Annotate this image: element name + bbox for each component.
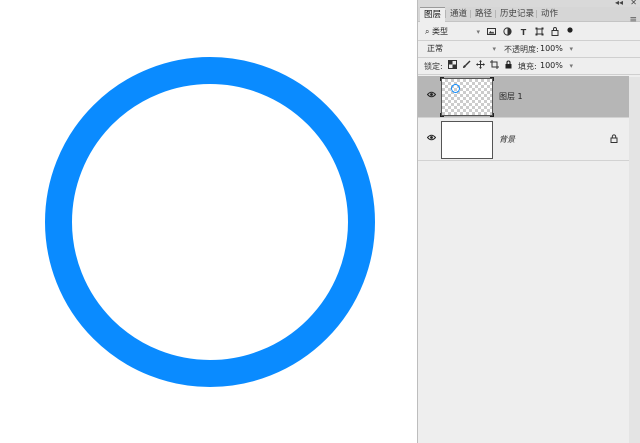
tab-actions[interactable]: 动作 [537, 7, 562, 21]
thumbnail-ring-shape [451, 84, 460, 93]
document-canvas[interactable] [0, 0, 417, 443]
lock-icon[interactable] [610, 134, 618, 145]
layer-filter-row: ⌕ 类型 ▾ T [418, 25, 640, 39]
fill-value: 100% [540, 61, 563, 70]
layers-panel: ◂◂ ✕ 图层 通道 路径 历史记录 动作 ≡ ⌕ 类型 ▾ T 正常 ▾ 不透… [417, 0, 640, 443]
lock-image-pixels-icon[interactable] [461, 60, 472, 71]
layer-thumbnail [440, 77, 494, 117]
eye-icon[interactable] [425, 133, 437, 145]
opacity-label: 不透明度: [504, 45, 539, 54]
selection-corner [490, 113, 494, 117]
layer-row[interactable]: 背景 [418, 119, 629, 161]
blue-ring-shape [45, 57, 375, 387]
lock-transparent-pixels-icon[interactable] [447, 60, 458, 71]
selection-corner [440, 77, 444, 81]
row-divider [418, 74, 640, 75]
opacity-value: 100% [540, 44, 563, 53]
layer-thumbnail [441, 121, 493, 159]
filter-kind-label: 类型 [432, 27, 449, 36]
filter-kind-select[interactable]: ⌕ 类型 ▾ [422, 26, 482, 38]
tab-history[interactable]: 历史记录 [496, 7, 538, 21]
layer-name[interactable]: 图层 1 [499, 91, 523, 102]
lock-all-icon[interactable] [503, 60, 514, 71]
chevron-down-icon: ▾ [476, 28, 480, 36]
row-divider [418, 57, 640, 58]
selection-corner [440, 113, 444, 117]
blend-mode-value: 正常 [427, 44, 443, 53]
panel-title-bar: ◂◂ ✕ [418, 0, 640, 7]
blend-opacity-row: 正常 ▾ 不透明度: 100% ▾ [418, 42, 640, 56]
type-filter-icon[interactable]: T [518, 27, 529, 38]
tab-channels[interactable]: 通道 [446, 7, 471, 21]
lock-artboard-icon[interactable] [489, 60, 500, 71]
filter-toggle-icon[interactable] [564, 26, 575, 37]
lock-position-icon[interactable] [475, 60, 486, 71]
blend-mode-select[interactable]: 正常 ▾ [424, 43, 498, 55]
row-divider [418, 40, 640, 41]
layers-scrollbar[interactable] [629, 77, 640, 443]
search-icon: ⌕ [425, 27, 430, 36]
image-filter-icon[interactable] [486, 27, 497, 38]
tab-paths[interactable]: 路径 [471, 7, 496, 21]
layer-name[interactable]: 背景 [499, 134, 515, 145]
selection-corner [490, 77, 494, 81]
chevron-down-icon: ▾ [569, 62, 573, 70]
opacity-field[interactable]: 100% ▾ [538, 43, 574, 55]
panel-tab-bar: 图层 通道 路径 历史记录 动作 ≡ [418, 7, 640, 25]
shape-filter-icon[interactable] [534, 27, 545, 38]
panel-menu-icon[interactable]: ≡ [629, 15, 637, 25]
adjustment-filter-icon[interactable] [502, 27, 513, 38]
chevron-down-icon: ▾ [569, 45, 573, 53]
tab-layers[interactable]: 图层 [420, 7, 446, 22]
lock-fill-row: 锁定: 填充: 100% ▾ [418, 59, 640, 73]
smart-object-filter-icon[interactable] [550, 27, 561, 38]
fill-label: 填充: [518, 62, 537, 71]
lock-label: 锁定: [424, 62, 443, 71]
eye-icon[interactable] [425, 90, 437, 102]
layer-row[interactable]: 图层 1 [418, 76, 629, 118]
fill-field[interactable]: 100% ▾ [538, 60, 574, 72]
chevron-down-icon: ▾ [492, 45, 496, 53]
